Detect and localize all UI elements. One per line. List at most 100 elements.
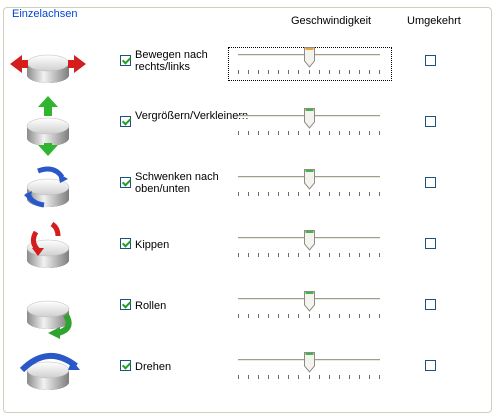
axis-row: Kippen <box>0 218 495 278</box>
slider-tick <box>319 314 320 318</box>
slider-tick <box>329 131 330 135</box>
slider-tick <box>258 131 259 135</box>
slider-tick <box>379 70 380 74</box>
slider-tick <box>309 70 310 74</box>
slider-tick <box>298 253 299 257</box>
slider-tick <box>319 70 320 74</box>
slider-tick <box>238 192 239 196</box>
slider-tick <box>238 131 239 135</box>
speed-slider[interactable] <box>228 47 392 81</box>
axis-enabled-checkbox[interactable] <box>120 360 131 371</box>
slider-tick <box>248 192 249 196</box>
speed-slider[interactable] <box>229 352 391 385</box>
speed-slider[interactable] <box>229 291 391 324</box>
slider-tick <box>268 253 269 257</box>
slider-tick <box>339 253 340 257</box>
reverse-column-header: Umgekehrt <box>407 15 461 27</box>
slider-tick <box>329 70 330 74</box>
slider-tick <box>278 131 279 135</box>
axis-enabled-checkbox[interactable] <box>120 116 131 127</box>
slider-tick <box>288 253 289 257</box>
slider-tick <box>288 192 289 196</box>
speed-slider[interactable] <box>229 169 391 202</box>
slider-tick <box>319 192 320 196</box>
slider-tick <box>268 70 269 74</box>
slider-ticks <box>238 192 380 196</box>
axis-reverse-checkbox[interactable] <box>425 116 436 127</box>
slider-thumb[interactable] <box>304 47 315 68</box>
axis-label: Kippen <box>135 239 170 251</box>
slider-tick <box>349 192 350 196</box>
roll-icon <box>8 279 88 339</box>
slider-tick <box>288 314 289 318</box>
slider-tick <box>369 253 370 257</box>
slider-tick <box>288 375 289 379</box>
slider-tick <box>379 192 380 196</box>
speed-slider[interactable] <box>229 230 391 263</box>
slider-tick <box>309 314 310 318</box>
tilt-icon <box>8 218 88 278</box>
slider-tick <box>369 70 370 74</box>
slider-thumb[interactable] <box>304 230 315 251</box>
axis-reverse-checkbox[interactable] <box>425 299 436 310</box>
axis-enabled-checkbox[interactable] <box>120 177 131 188</box>
slider-tick <box>369 192 370 196</box>
slider-thumb[interactable] <box>304 291 315 312</box>
slider-tick <box>238 70 239 74</box>
axis-enabled-checkbox[interactable] <box>120 299 131 310</box>
slider-tick <box>359 375 360 379</box>
axis-label: Bewegen nach rechts/links <box>135 49 208 73</box>
slider-tick <box>349 375 350 379</box>
slider-tick <box>359 70 360 74</box>
slider-tick <box>268 192 269 196</box>
axis-row: Schwenken nach oben/unten <box>0 157 495 217</box>
axis-enabled-checkbox[interactable] <box>120 55 131 66</box>
slider-thumb[interactable] <box>304 169 315 190</box>
slider-tick <box>298 192 299 196</box>
axis-reverse-checkbox[interactable] <box>425 238 436 249</box>
slider-tick <box>298 314 299 318</box>
slider-tick <box>258 375 259 379</box>
slider-tick <box>258 192 259 196</box>
slider-tick <box>329 375 330 379</box>
slider-tick <box>278 253 279 257</box>
slider-tick <box>268 131 269 135</box>
slider-tick <box>339 375 340 379</box>
axis-reverse-checkbox[interactable] <box>425 177 436 188</box>
axis-label: Drehen <box>135 361 172 373</box>
slider-tick <box>309 192 310 196</box>
slider-tick <box>309 375 310 379</box>
slider-tick <box>288 70 289 74</box>
slider-tick <box>379 253 380 257</box>
slider-tick <box>359 192 360 196</box>
slider-tick <box>349 70 350 74</box>
slider-tick <box>359 314 360 318</box>
axis-reverse-checkbox[interactable] <box>425 360 436 371</box>
slider-tick <box>238 253 239 257</box>
speed-slider[interactable] <box>229 108 391 141</box>
axis-reverse-checkbox[interactable] <box>425 55 436 66</box>
group-title: Einzelachsen <box>10 8 80 21</box>
slider-tick <box>369 375 370 379</box>
slider-tick <box>288 131 289 135</box>
slider-tick <box>319 131 320 135</box>
slider-tick <box>339 70 340 74</box>
slider-tick <box>298 375 299 379</box>
slider-tick <box>319 253 320 257</box>
slider-thumb[interactable] <box>304 352 315 373</box>
axis-row: Bewegen nach rechts/links <box>0 35 495 95</box>
slider-tick <box>349 314 350 318</box>
slider-tick <box>349 131 350 135</box>
slider-tick <box>379 131 380 135</box>
slider-tick <box>339 131 340 135</box>
axis-label: Vergrößern/Verkleinern <box>135 110 249 122</box>
slider-ticks <box>238 314 380 318</box>
slider-tick <box>359 131 360 135</box>
slider-ticks <box>238 375 380 379</box>
speed-column-header: Geschwindigkeit <box>291 15 372 27</box>
axis-row: Rollen <box>0 279 495 339</box>
spin-icon <box>8 340 88 400</box>
slider-tick <box>329 314 330 318</box>
slider-thumb[interactable] <box>304 108 315 129</box>
axis-enabled-checkbox[interactable] <box>120 238 131 249</box>
